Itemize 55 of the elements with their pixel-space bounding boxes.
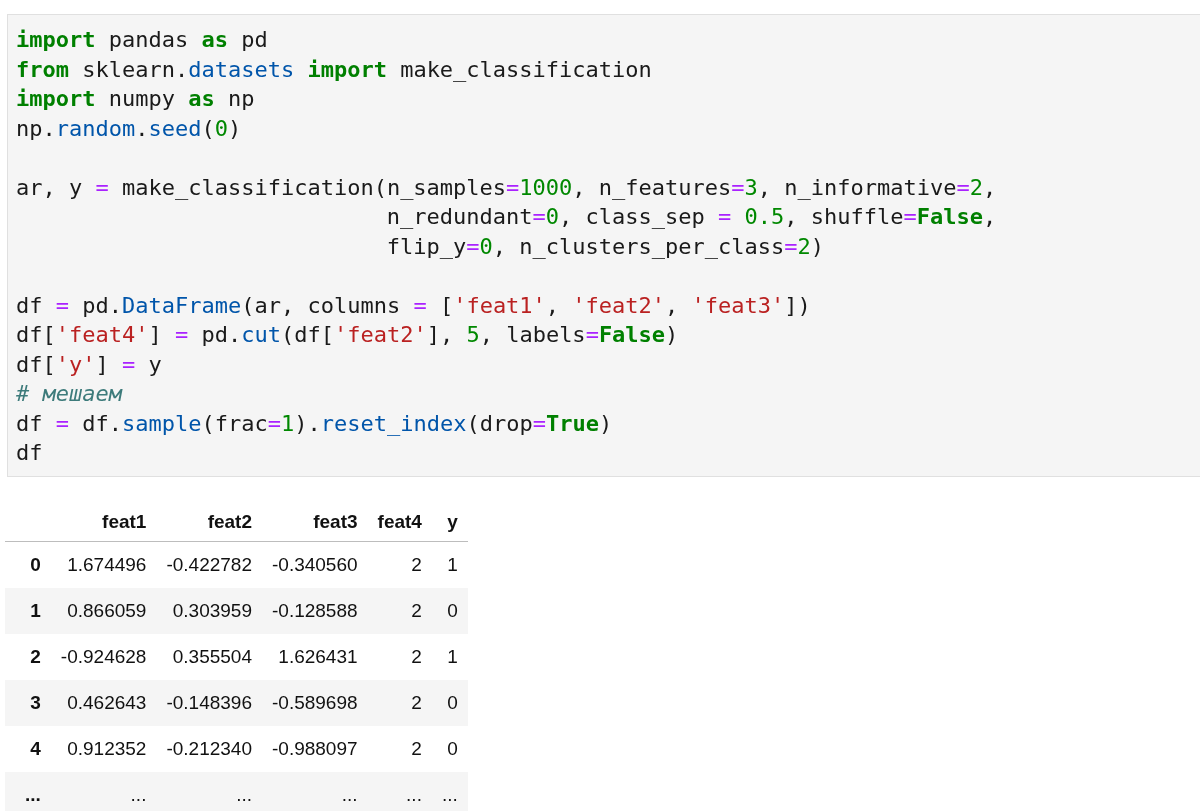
table-cell: 1 bbox=[431, 633, 468, 680]
table-cell: -0.988097 bbox=[262, 725, 368, 772]
column-header: feat1 bbox=[50, 502, 157, 541]
table-cell: ... bbox=[262, 771, 368, 811]
code-line: df = df.sample(frac=1).reset_index(drop=True) bbox=[16, 409, 614, 438]
table-cell: ... bbox=[156, 771, 262, 811]
table-cell: 2 bbox=[367, 679, 432, 726]
table-cell: 0 bbox=[431, 587, 468, 634]
code-line: from sklearn.datasets import make_classification bbox=[16, 55, 653, 84]
table-cell: 2 bbox=[367, 725, 432, 772]
row-index: 2 bbox=[5, 633, 51, 680]
table-cell: 0.912352 bbox=[50, 725, 157, 772]
table-cell: 0 bbox=[431, 679, 468, 726]
table-cell: 2 bbox=[367, 541, 432, 588]
table-cell: 2 bbox=[367, 633, 432, 680]
table-cell: -0.128588 bbox=[262, 587, 368, 634]
code-line: df bbox=[16, 439, 44, 467]
column-header: feat4 bbox=[367, 502, 432, 541]
table-cell: 0.355504 bbox=[156, 633, 262, 680]
code-line: import pandas as pd bbox=[16, 26, 269, 54]
code-cell[interactable] bbox=[7, 14, 1200, 477]
code-line: ar, y = make_classification(n_samples=1000, n_features=3, n_informative=2, bbox=[16, 173, 998, 202]
table-cell: 0.462643 bbox=[50, 679, 157, 726]
column-header: feat2 bbox=[156, 502, 262, 541]
row-index: 4 bbox=[5, 725, 51, 772]
code-line: import numpy as np bbox=[16, 85, 256, 113]
table-cell: 1 bbox=[431, 541, 468, 588]
code-line: df['feat4'] = pd.cut(df['feat2'], 5, labels=False) bbox=[16, 321, 680, 349]
row-index: 3 bbox=[5, 679, 51, 726]
code-line: df = pd.DataFrame(ar, columns = ['feat1', 'feat2', 'feat3']) bbox=[16, 291, 812, 320]
row-index: ... bbox=[5, 771, 51, 811]
table-cell: 1.674496 bbox=[50, 541, 157, 588]
table-cell: 2 bbox=[367, 587, 432, 634]
table-cell: -0.422782 bbox=[156, 541, 262, 588]
table-cell: ... bbox=[367, 771, 432, 811]
table-cell: 0.866059 bbox=[50, 587, 157, 634]
table-cell: -0.589698 bbox=[262, 679, 368, 726]
row-index: 0 bbox=[5, 541, 51, 588]
table-cell: 0 bbox=[431, 725, 468, 772]
code-line: flip_y=0, n_clusters_per_class=2) bbox=[385, 232, 825, 261]
table-cell: 1.626431 bbox=[262, 633, 368, 680]
table-cell: -0.148396 bbox=[156, 679, 262, 726]
column-header: y bbox=[431, 502, 468, 541]
table-cell: ... bbox=[50, 771, 157, 811]
column-header: feat3 bbox=[262, 502, 368, 541]
code-line: n_redundant=0, class_sep = 0.5, shuffle=False, bbox=[385, 203, 998, 231]
table-cell: -0.924628 bbox=[50, 633, 157, 680]
table-cell: -0.340560 bbox=[262, 541, 368, 588]
row-index: 1 bbox=[5, 587, 51, 634]
code-line: df['y'] = y bbox=[16, 350, 163, 379]
table-cell: 0.303959 bbox=[156, 587, 262, 634]
code-line: # мешаем bbox=[16, 380, 124, 408]
code-line: np.random.seed(0) bbox=[16, 114, 243, 143]
table-cell: -0.212340 bbox=[156, 725, 262, 772]
table-cell: ... bbox=[431, 771, 468, 811]
